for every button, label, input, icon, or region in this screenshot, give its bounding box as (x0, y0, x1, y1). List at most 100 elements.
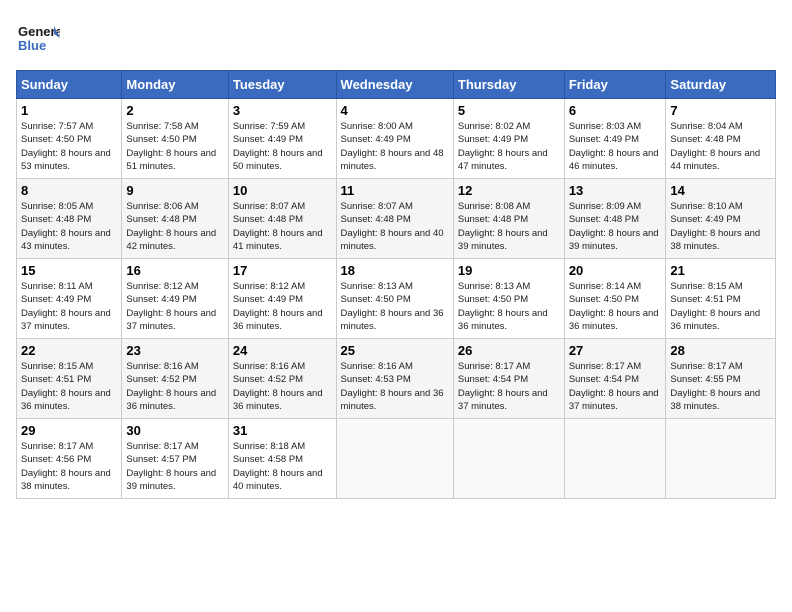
day-info: Sunrise: 8:06 AMSunset: 4:48 PMDaylight:… (126, 200, 223, 253)
col-header-monday: Monday (122, 71, 228, 99)
day-cell: 31 Sunrise: 8:18 AMSunset: 4:58 PMDaylig… (228, 419, 336, 499)
week-row-2: 8 Sunrise: 8:05 AMSunset: 4:48 PMDayligh… (17, 179, 776, 259)
col-header-saturday: Saturday (666, 71, 776, 99)
day-cell: 15 Sunrise: 8:11 AMSunset: 4:49 PMDaylig… (17, 259, 122, 339)
day-number: 21 (670, 263, 771, 278)
day-cell: 8 Sunrise: 8:05 AMSunset: 4:48 PMDayligh… (17, 179, 122, 259)
day-cell: 21 Sunrise: 8:15 AMSunset: 4:51 PMDaylig… (666, 259, 776, 339)
day-cell: 23 Sunrise: 8:16 AMSunset: 4:52 PMDaylig… (122, 339, 228, 419)
day-cell: 28 Sunrise: 8:17 AMSunset: 4:55 PMDaylig… (666, 339, 776, 419)
day-cell: 22 Sunrise: 8:15 AMSunset: 4:51 PMDaylig… (17, 339, 122, 419)
day-info: Sunrise: 8:17 AMSunset: 4:55 PMDaylight:… (670, 360, 771, 413)
day-info: Sunrise: 8:14 AMSunset: 4:50 PMDaylight:… (569, 280, 662, 333)
day-cell: 24 Sunrise: 8:16 AMSunset: 4:52 PMDaylig… (228, 339, 336, 419)
day-cell (666, 419, 776, 499)
day-cell: 4 Sunrise: 8:00 AMSunset: 4:49 PMDayligh… (336, 99, 453, 179)
day-number: 4 (341, 103, 449, 118)
col-header-thursday: Thursday (453, 71, 564, 99)
day-info: Sunrise: 7:57 AMSunset: 4:50 PMDaylight:… (21, 120, 117, 173)
week-row-4: 22 Sunrise: 8:15 AMSunset: 4:51 PMDaylig… (17, 339, 776, 419)
day-number: 23 (126, 343, 223, 358)
day-number: 30 (126, 423, 223, 438)
day-info: Sunrise: 8:04 AMSunset: 4:48 PMDaylight:… (670, 120, 771, 173)
week-row-1: 1 Sunrise: 7:57 AMSunset: 4:50 PMDayligh… (17, 99, 776, 179)
col-header-tuesday: Tuesday (228, 71, 336, 99)
day-info: Sunrise: 8:15 AMSunset: 4:51 PMDaylight:… (670, 280, 771, 333)
day-cell: 27 Sunrise: 8:17 AMSunset: 4:54 PMDaylig… (564, 339, 666, 419)
day-info: Sunrise: 8:05 AMSunset: 4:48 PMDaylight:… (21, 200, 117, 253)
day-number: 31 (233, 423, 332, 438)
day-cell: 2 Sunrise: 7:58 AMSunset: 4:50 PMDayligh… (122, 99, 228, 179)
day-number: 16 (126, 263, 223, 278)
day-info: Sunrise: 8:17 AMSunset: 4:54 PMDaylight:… (458, 360, 560, 413)
day-info: Sunrise: 8:17 AMSunset: 4:56 PMDaylight:… (21, 440, 117, 493)
day-number: 25 (341, 343, 449, 358)
day-info: Sunrise: 8:16 AMSunset: 4:52 PMDaylight:… (126, 360, 223, 413)
col-header-sunday: Sunday (17, 71, 122, 99)
day-info: Sunrise: 8:17 AMSunset: 4:57 PMDaylight:… (126, 440, 223, 493)
day-info: Sunrise: 8:07 AMSunset: 4:48 PMDaylight:… (341, 200, 449, 253)
day-cell: 19 Sunrise: 8:13 AMSunset: 4:50 PMDaylig… (453, 259, 564, 339)
day-number: 2 (126, 103, 223, 118)
day-number: 5 (458, 103, 560, 118)
day-number: 27 (569, 343, 662, 358)
day-cell: 10 Sunrise: 8:07 AMSunset: 4:48 PMDaylig… (228, 179, 336, 259)
day-number: 29 (21, 423, 117, 438)
day-info: Sunrise: 8:11 AMSunset: 4:49 PMDaylight:… (21, 280, 117, 333)
day-cell: 11 Sunrise: 8:07 AMSunset: 4:48 PMDaylig… (336, 179, 453, 259)
day-info: Sunrise: 8:13 AMSunset: 4:50 PMDaylight:… (341, 280, 449, 333)
day-number: 22 (21, 343, 117, 358)
day-number: 1 (21, 103, 117, 118)
day-info: Sunrise: 8:12 AMSunset: 4:49 PMDaylight:… (126, 280, 223, 333)
day-number: 26 (458, 343, 560, 358)
calendar-table: SundayMondayTuesdayWednesdayThursdayFrid… (16, 70, 776, 499)
day-number: 12 (458, 183, 560, 198)
day-cell: 12 Sunrise: 8:08 AMSunset: 4:48 PMDaylig… (453, 179, 564, 259)
day-number: 14 (670, 183, 771, 198)
week-row-3: 15 Sunrise: 8:11 AMSunset: 4:49 PMDaylig… (17, 259, 776, 339)
day-cell: 30 Sunrise: 8:17 AMSunset: 4:57 PMDaylig… (122, 419, 228, 499)
svg-text:General: General (18, 24, 60, 39)
day-info: Sunrise: 8:13 AMSunset: 4:50 PMDaylight:… (458, 280, 560, 333)
day-number: 19 (458, 263, 560, 278)
day-info: Sunrise: 8:08 AMSunset: 4:48 PMDaylight:… (458, 200, 560, 253)
day-number: 9 (126, 183, 223, 198)
day-cell: 3 Sunrise: 7:59 AMSunset: 4:49 PMDayligh… (228, 99, 336, 179)
day-number: 8 (21, 183, 117, 198)
day-cell: 26 Sunrise: 8:17 AMSunset: 4:54 PMDaylig… (453, 339, 564, 419)
day-cell: 18 Sunrise: 8:13 AMSunset: 4:50 PMDaylig… (336, 259, 453, 339)
day-info: Sunrise: 8:07 AMSunset: 4:48 PMDaylight:… (233, 200, 332, 253)
day-number: 11 (341, 183, 449, 198)
day-info: Sunrise: 7:58 AMSunset: 4:50 PMDaylight:… (126, 120, 223, 173)
day-cell (564, 419, 666, 499)
day-info: Sunrise: 8:00 AMSunset: 4:49 PMDaylight:… (341, 120, 449, 173)
logo: General Blue (16, 16, 64, 60)
day-number: 3 (233, 103, 332, 118)
day-cell: 1 Sunrise: 7:57 AMSunset: 4:50 PMDayligh… (17, 99, 122, 179)
day-info: Sunrise: 8:16 AMSunset: 4:52 PMDaylight:… (233, 360, 332, 413)
day-info: Sunrise: 8:18 AMSunset: 4:58 PMDaylight:… (233, 440, 332, 493)
day-cell: 16 Sunrise: 8:12 AMSunset: 4:49 PMDaylig… (122, 259, 228, 339)
day-cell (453, 419, 564, 499)
day-number: 20 (569, 263, 662, 278)
day-number: 6 (569, 103, 662, 118)
day-cell: 14 Sunrise: 8:10 AMSunset: 4:49 PMDaylig… (666, 179, 776, 259)
day-number: 24 (233, 343, 332, 358)
svg-text:Blue: Blue (18, 38, 46, 53)
day-cell: 25 Sunrise: 8:16 AMSunset: 4:53 PMDaylig… (336, 339, 453, 419)
day-cell (336, 419, 453, 499)
day-info: Sunrise: 8:02 AMSunset: 4:49 PMDaylight:… (458, 120, 560, 173)
day-cell: 9 Sunrise: 8:06 AMSunset: 4:48 PMDayligh… (122, 179, 228, 259)
day-number: 15 (21, 263, 117, 278)
day-cell: 20 Sunrise: 8:14 AMSunset: 4:50 PMDaylig… (564, 259, 666, 339)
day-number: 28 (670, 343, 771, 358)
col-header-wednesday: Wednesday (336, 71, 453, 99)
col-header-friday: Friday (564, 71, 666, 99)
day-info: Sunrise: 8:17 AMSunset: 4:54 PMDaylight:… (569, 360, 662, 413)
day-cell: 17 Sunrise: 8:12 AMSunset: 4:49 PMDaylig… (228, 259, 336, 339)
page-header: General Blue (16, 16, 776, 60)
day-info: Sunrise: 7:59 AMSunset: 4:49 PMDaylight:… (233, 120, 332, 173)
day-info: Sunrise: 8:12 AMSunset: 4:49 PMDaylight:… (233, 280, 332, 333)
day-number: 7 (670, 103, 771, 118)
day-number: 13 (569, 183, 662, 198)
